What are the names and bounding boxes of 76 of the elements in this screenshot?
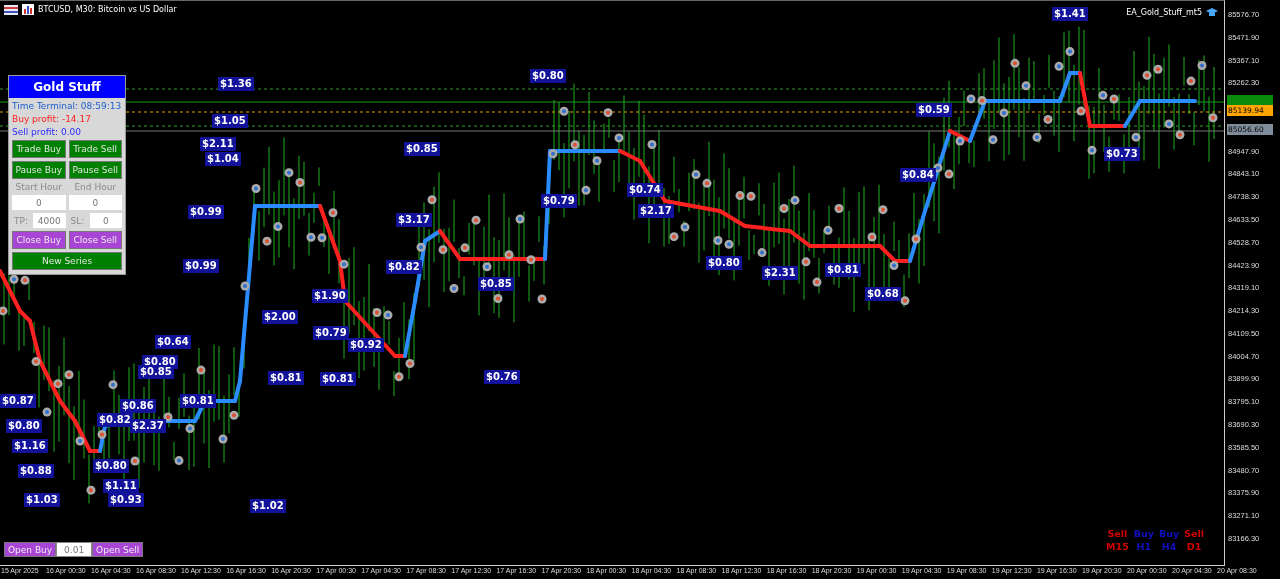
profit-label: $0.81 bbox=[320, 372, 356, 386]
profit-label: $1.05 bbox=[212, 114, 248, 128]
profit-label: $0.79 bbox=[541, 194, 577, 208]
profit-label: $1.02 bbox=[250, 499, 286, 513]
profit-label: $0.68 bbox=[865, 287, 901, 301]
profit-label: $0.80 bbox=[6, 419, 42, 433]
lot-field[interactable]: 0.01 bbox=[56, 542, 93, 557]
signal-direction: Sell bbox=[1107, 527, 1128, 540]
close-button[interactable]: Close Sell bbox=[68, 231, 122, 249]
profit-label: $0.99 bbox=[183, 259, 219, 273]
profit-label: $2.17 bbox=[638, 204, 674, 218]
pause-button[interactable]: Pause Buy bbox=[12, 161, 66, 179]
sl-label: SL: bbox=[69, 215, 86, 226]
profit-label: $1.03 bbox=[24, 493, 60, 507]
signal-timeframe: H4 bbox=[1161, 540, 1177, 553]
profit-label: $0.80 bbox=[530, 69, 566, 83]
trade-button[interactable]: Trade Sell bbox=[68, 140, 122, 158]
profit-label: $1.04 bbox=[205, 152, 241, 166]
profit-label: $1.90 bbox=[312, 289, 348, 303]
terminal-time: Time Terminal: 08:59:13 bbox=[12, 101, 122, 111]
profit-label: $0.80 bbox=[93, 459, 129, 473]
panel-title: Gold Stuff bbox=[9, 76, 125, 98]
signal-direction: Sell bbox=[1184, 527, 1204, 540]
close-button[interactable]: Close Buy bbox=[12, 231, 66, 249]
sl-field[interactable]: 0 bbox=[89, 213, 122, 228]
chart-title: BTCUSD, M30: Bitcoin vs US Dollar bbox=[38, 5, 177, 14]
profit-label: $0.73 bbox=[1104, 147, 1140, 161]
profit-label: $0.85 bbox=[138, 365, 174, 379]
profit-label: $0.82 bbox=[97, 413, 133, 427]
profit-label: $0.86 bbox=[120, 399, 156, 413]
profit-label: $1.36 bbox=[218, 77, 254, 91]
tp-label: TP: bbox=[13, 215, 29, 226]
open-buy-button[interactable]: Open Buy bbox=[4, 542, 57, 557]
open-sell-button[interactable]: Open Sell bbox=[92, 542, 144, 557]
profit-label: $0.85 bbox=[478, 277, 514, 291]
profit-label: $0.59 bbox=[916, 103, 952, 117]
hour-label: End Hour bbox=[73, 182, 118, 192]
profit-label: $0.99 bbox=[188, 205, 224, 219]
profit-label: $2.00 bbox=[262, 310, 298, 324]
profit-label: $1.16 bbox=[12, 439, 48, 453]
signal-direction: Buy bbox=[1133, 527, 1154, 540]
profit-label: $2.11 bbox=[200, 137, 236, 151]
buy-profit: Buy profit: -14.17 bbox=[12, 114, 92, 124]
profit-label: $0.93 bbox=[108, 493, 144, 507]
tp-field[interactable]: 4000 bbox=[33, 213, 66, 228]
profit-label: $0.81 bbox=[825, 263, 861, 277]
profit-label: $1.11 bbox=[103, 479, 139, 493]
profit-label: $0.87 bbox=[0, 394, 36, 408]
profit-label: $0.81 bbox=[180, 394, 216, 408]
hour-label: Start Hour bbox=[14, 182, 63, 192]
sell-profit: Sell profit: 0.00 bbox=[12, 127, 82, 137]
signal-direction: Buy bbox=[1159, 527, 1180, 540]
profit-label: $2.31 bbox=[762, 266, 798, 280]
signal-timeframe: M15 bbox=[1106, 540, 1129, 553]
pause-button[interactable]: Pause Sell bbox=[68, 161, 122, 179]
profit-label: $2.37 bbox=[130, 419, 166, 433]
profit-label: $0.84 bbox=[900, 168, 936, 182]
hour-field[interactable]: 0 bbox=[12, 195, 66, 210]
profit-label: $0.74 bbox=[627, 183, 663, 197]
profit-label: $0.64 bbox=[155, 335, 191, 349]
new-series-button[interactable]: New Series bbox=[12, 252, 122, 270]
profit-label: $0.76 bbox=[484, 370, 520, 384]
profit-label: $0.80 bbox=[706, 256, 742, 270]
profit-label: $0.92 bbox=[348, 338, 384, 352]
profit-label: $0.85 bbox=[404, 142, 440, 156]
profit-label: $0.79 bbox=[313, 326, 349, 340]
signal-timeframe: H1 bbox=[1136, 540, 1152, 553]
profit-label: $3.17 bbox=[396, 213, 432, 227]
profit-label: $0.81 bbox=[268, 371, 304, 385]
profit-label: $0.82 bbox=[386, 260, 422, 274]
trade-button[interactable]: Trade Buy bbox=[12, 140, 66, 158]
profit-label: $1.41 bbox=[1052, 7, 1088, 21]
expert-name: EA_Gold_Stuff_mt5 bbox=[1126, 7, 1202, 17]
hour-field[interactable]: 0 bbox=[68, 195, 122, 210]
profit-label: $0.88 bbox=[18, 464, 54, 478]
signal-timeframe: D1 bbox=[1186, 540, 1202, 553]
